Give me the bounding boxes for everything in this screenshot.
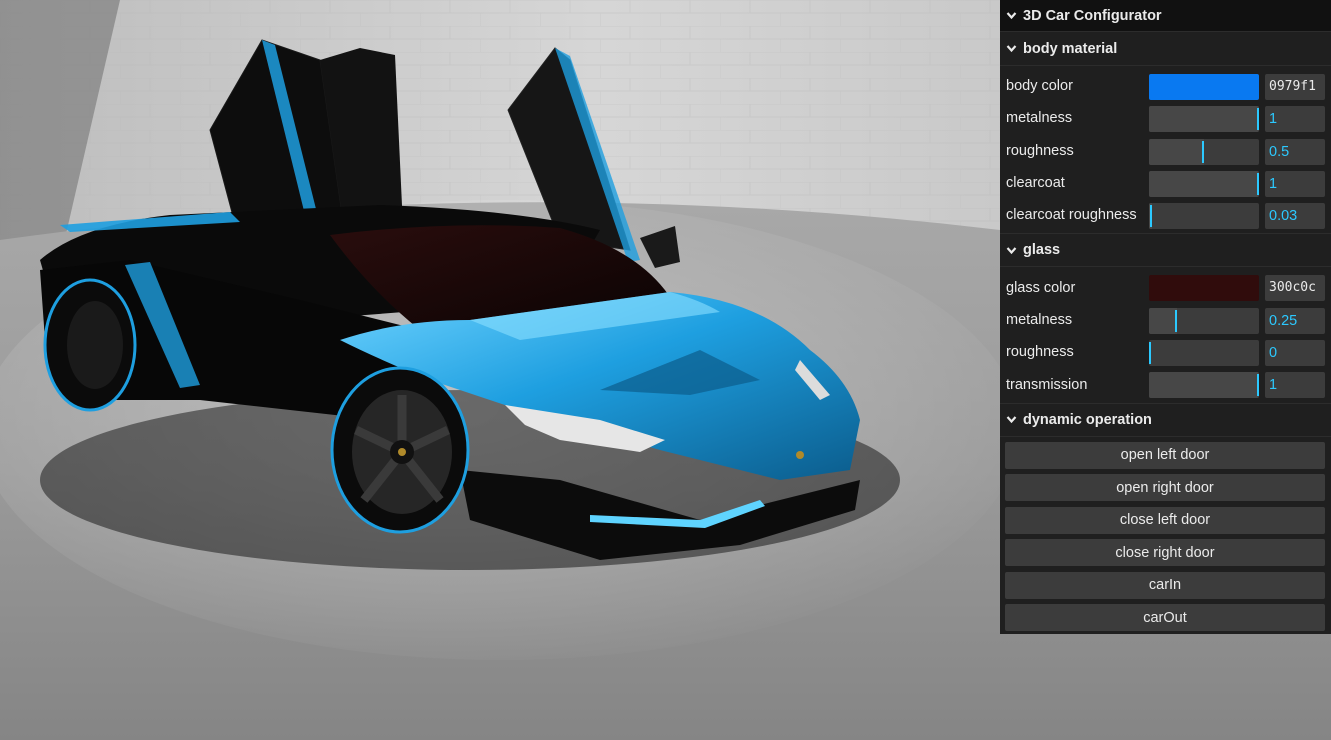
body-metalness-slider[interactable] — [1149, 106, 1259, 133]
body-metalness-row: metalness 1 — [1000, 102, 1331, 134]
chevron-down-icon — [1006, 414, 1017, 425]
folder-body-material[interactable]: body material — [1000, 32, 1331, 66]
folder-glass[interactable]: glass — [1000, 233, 1331, 268]
body-color-row: body color 0979f1 — [1000, 70, 1331, 102]
glass-metalness-label: metalness — [1006, 311, 1073, 328]
chevron-down-icon — [1006, 245, 1017, 256]
slider-handle[interactable] — [1257, 172, 1259, 195]
body-roughness-row: roughness 0.5 — [1000, 135, 1331, 167]
body-metalness-label: metalness — [1006, 110, 1073, 127]
glass-color-input[interactable]: 300c0c — [1265, 275, 1325, 302]
folder-title-label: body material — [1023, 40, 1118, 57]
panel-title: 3D Car Configurator — [1023, 7, 1162, 24]
body-clearcoat-roughness-label: clearcoat roughness — [1006, 207, 1137, 224]
body-clearcoat-roughness-row: clearcoat roughness 0.03 — [1000, 199, 1331, 231]
open-left-door-button[interactable]: open left door — [1005, 441, 1325, 469]
body-clearcoat-label: clearcoat — [1006, 175, 1065, 192]
slider-handle[interactable] — [1257, 374, 1259, 397]
body-clearcoat-row: clearcoat 1 — [1000, 167, 1331, 199]
open-right-door-button[interactable]: open right door — [1005, 474, 1325, 502]
car-out-button[interactable]: carOut — [1005, 604, 1325, 632]
glass-transmission-slider[interactable] — [1149, 372, 1259, 399]
body-clearcoat-roughness-input[interactable]: 0.03 — [1265, 203, 1325, 230]
glass-metalness-row: metalness 0.25 — [1000, 304, 1331, 336]
slider-handle[interactable] — [1149, 342, 1151, 365]
folder-dynamic-operation-content: open left door open right door close lef… — [1000, 437, 1331, 632]
body-roughness-slider[interactable] — [1149, 138, 1259, 165]
folder-dynamic-operation[interactable]: dynamic operation — [1000, 402, 1331, 437]
glass-transmission-row: transmission 1 — [1000, 368, 1331, 400]
glass-color-row: glass color 300c0c — [1000, 271, 1331, 303]
panel-title-bar[interactable]: 3D Car Configurator — [1000, 0, 1331, 32]
slider-handle[interactable] — [1202, 140, 1204, 163]
glass-roughness-slider[interactable] — [1149, 340, 1259, 367]
glass-roughness-row: roughness 0 — [1000, 336, 1331, 368]
chevron-down-icon — [1006, 10, 1017, 21]
slider-handle[interactable] — [1150, 205, 1153, 228]
glass-roughness-input[interactable]: 0 — [1265, 340, 1325, 367]
close-right-door-button[interactable]: close right door — [1005, 539, 1325, 567]
body-clearcoat-slider[interactable] — [1149, 170, 1259, 197]
body-roughness-label: roughness — [1006, 142, 1074, 159]
glass-color-swatch[interactable] — [1149, 275, 1259, 302]
close-left-door-button[interactable]: close left door — [1005, 506, 1325, 534]
body-color-label: body color — [1006, 78, 1073, 95]
folder-title-label: dynamic operation — [1023, 411, 1152, 428]
glass-transmission-label: transmission — [1006, 376, 1088, 393]
car-in-button[interactable]: carIn — [1005, 571, 1325, 599]
body-clearcoat-input[interactable]: 1 — [1265, 170, 1325, 197]
folder-glass-content: glass color 300c0c metalness 0.25 roughn… — [1000, 267, 1331, 402]
glass-metalness-slider[interactable] — [1149, 307, 1259, 334]
folder-body-material-content: body color 0979f1 metalness 1 roughness … — [1000, 66, 1331, 233]
body-metalness-input[interactable]: 1 — [1265, 106, 1325, 133]
config-panel: 3D Car Configurator body material body c… — [1000, 0, 1331, 634]
body-color-input[interactable]: 0979f1 — [1265, 74, 1325, 100]
body-clearcoat-roughness-slider[interactable] — [1149, 203, 1259, 230]
glass-color-label: glass color — [1006, 279, 1076, 296]
chevron-down-icon — [1006, 43, 1017, 54]
glass-roughness-label: roughness — [1006, 344, 1074, 361]
glass-transmission-input[interactable]: 1 — [1265, 372, 1325, 399]
slider-handle[interactable] — [1257, 108, 1259, 131]
body-color-swatch[interactable] — [1149, 74, 1259, 100]
folder-title-label: glass — [1023, 242, 1061, 259]
body-roughness-input[interactable]: 0.5 — [1265, 138, 1325, 165]
slider-handle[interactable] — [1174, 309, 1177, 332]
glass-metalness-input[interactable]: 0.25 — [1265, 307, 1325, 334]
